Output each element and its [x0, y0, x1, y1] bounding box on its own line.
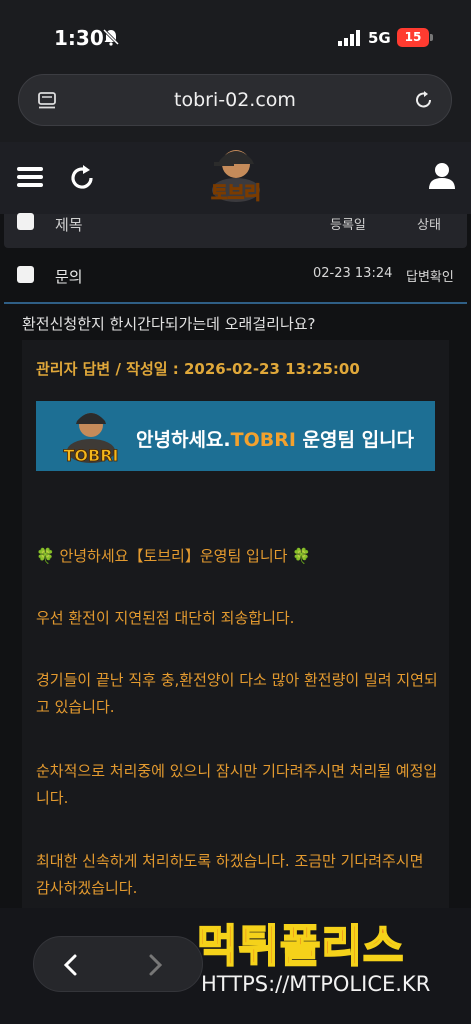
table-row[interactable]: 문의 02-23 13:24 답변확인 — [4, 264, 467, 304]
select-all-checkbox[interactable] — [17, 213, 34, 230]
row-checkbox[interactable] — [17, 266, 34, 283]
banner-greeting: 안녕하세요. — [136, 429, 231, 451]
network-type: 5G — [368, 29, 391, 47]
answer-header: 관리자 답변 / 작성일 : 2026-02-23 13:25:00 — [36, 360, 360, 378]
mascot-logo-icon: 토브리 — [211, 150, 261, 205]
site-logo[interactable]: 토브리 — [200, 144, 272, 210]
answer-paragraph: 우선 환전이 지연된점 대단히 죄송합니다. — [36, 609, 295, 627]
watermark-url: HTTPS://MTPOLICE.KR — [201, 972, 431, 996]
question-text: 환전신청한지 한시간다되가는데 오래걸리나요? — [22, 315, 316, 333]
navigation-pill — [33, 936, 203, 992]
watermark-title: 먹튀폴리스 — [196, 920, 405, 973]
column-status: 상태 — [417, 218, 441, 233]
user-account-icon[interactable] — [428, 162, 456, 190]
svg-text:TOBRI: TOBRI — [64, 446, 119, 465]
answer-paragraph: 최대한 신속하게 처리하도록 하겠습니다. 조금만 기다려주시면 감사하겠습니다… — [36, 852, 424, 897]
status-bar: 1:30 5G 15 — [0, 0, 471, 70]
cellular-signal-icon — [338, 30, 360, 46]
banner-team: 운영팀 입니다 — [295, 429, 415, 451]
banner-text: 안녕하세요.TOBRI 운영팀 입니다 — [136, 425, 414, 452]
inquiry-table: 제목 등록일 상태 문의 02-23 13:24 답변확인 — [4, 213, 467, 304]
column-title: 제목 — [55, 216, 83, 234]
battery-icon: 15 — [397, 28, 429, 47]
answer-greeting: 🍀 안녕하세요【토브리】운영팀 입니다 🍀 — [36, 543, 441, 570]
row-date: 02-23 13:24 — [313, 266, 393, 281]
status-time: 1:30 — [54, 26, 104, 50]
answer-panel: 관리자 답변 / 작성일 : 2026-02-23 13:25:00 TOBRI… — [22, 340, 449, 910]
reload-icon[interactable] — [413, 89, 435, 111]
clover-icon: 🍀 — [36, 547, 55, 565]
row-status: 답변확인 — [406, 270, 454, 285]
greeting-banner: TOBRI 안녕하세요.TOBRI 운영팀 입니다 — [36, 401, 435, 471]
table-header: 제목 등록일 상태 — [4, 213, 467, 248]
answer-paragraph: 순차적으로 처리중에 있으니 잠시만 기다려주시면 처리될 예정입니다. — [36, 762, 438, 807]
browser-toolbar: tobri-02.com — [0, 70, 471, 142]
watermark: 먹튀폴리스 HTTPS://MTPOLICE.KR — [193, 910, 441, 1006]
greeting-line: 안녕하세요【토브리】운영팀 입니다 — [54, 547, 293, 565]
back-arrow-icon[interactable] — [60, 953, 82, 977]
forward-arrow-icon[interactable] — [144, 953, 166, 977]
hamburger-menu-icon[interactable] — [17, 166, 43, 188]
row-title[interactable]: 문의 — [55, 266, 83, 287]
clover-icon: 🍀 — [292, 547, 311, 565]
banner-brand: TOBRI — [230, 429, 296, 451]
address-bar[interactable]: tobri-02.com — [18, 74, 452, 126]
url-text: tobri-02.com — [174, 89, 296, 111]
column-date: 등록일 — [330, 218, 366, 233]
svg-text:토브리: 토브리 — [211, 183, 261, 204]
answer-paragraph: 경기들이 끝난 직후 충,환전양이 다소 많아 환전량이 밀려 지연되고 있습니… — [36, 671, 438, 716]
battery-tip — [430, 34, 433, 41]
site-header: 토브리 — [0, 142, 471, 214]
bell-muted-icon — [102, 28, 120, 46]
refresh-icon[interactable] — [68, 164, 96, 192]
mascot-icon: TOBRI — [63, 413, 119, 465]
